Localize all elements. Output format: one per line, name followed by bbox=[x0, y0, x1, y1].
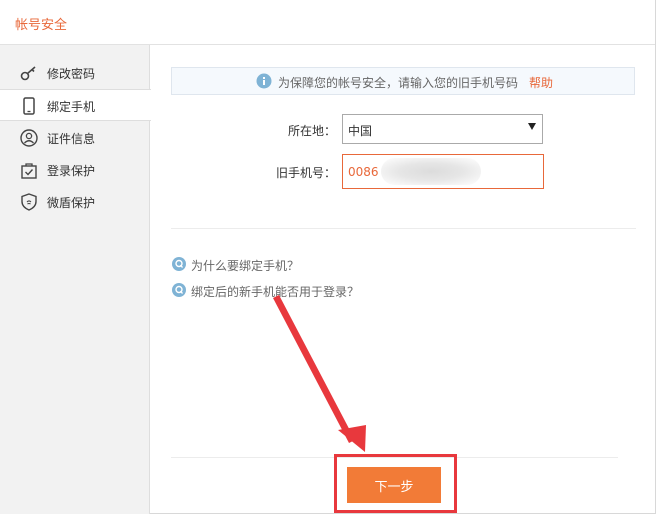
login-lock-icon bbox=[21, 163, 37, 179]
location-selected-value: 中国 bbox=[348, 124, 373, 138]
country-code-prefix: 0086 bbox=[348, 165, 379, 179]
title-bar: 帐号安全 bbox=[0, 0, 655, 45]
old-phone-label: 旧手机号： bbox=[275, 166, 336, 180]
sidebar-item-change-password[interactable]: 修改密码 bbox=[0, 57, 150, 89]
dropdown-arrow-icon bbox=[528, 123, 536, 130]
faq-text: 为什么要绑定手机？ bbox=[191, 259, 300, 273]
sidebar-item-label: 微盾保护 bbox=[47, 196, 96, 210]
shield-icon bbox=[21, 193, 37, 211]
old-phone-input[interactable]: 0086 bbox=[342, 154, 544, 189]
sidebar: 修改密码 绑定手机 证件信息 登录保护 微盾保护 bbox=[0, 45, 151, 514]
sidebar-item-label: 证件信息 bbox=[47, 132, 96, 146]
sidebar-item-login-protection[interactable]: 登录保护 bbox=[0, 154, 150, 186]
window-title: 帐号安全 bbox=[15, 18, 68, 33]
help-link[interactable]: 帮助 bbox=[529, 74, 553, 91]
sidebar-item-label: 修改密码 bbox=[47, 67, 96, 81]
sidebar-item-label: 绑定手机 bbox=[47, 100, 96, 114]
id-card-icon bbox=[20, 129, 38, 147]
annotation-arrow-icon bbox=[273, 295, 366, 452]
sidebar-item-shield-protection[interactable]: 微盾保护 bbox=[0, 186, 150, 218]
sidebar-item-bind-phone[interactable]: 绑定手机 bbox=[0, 89, 151, 121]
sidebar-item-id-info[interactable]: 证件信息 bbox=[0, 122, 150, 154]
notice-text: 为保障您的帐号安全，请输入您的旧手机号码 bbox=[278, 76, 519, 90]
location-select[interactable]: 中国 bbox=[342, 114, 543, 144]
location-label: 所在地： bbox=[287, 124, 336, 138]
account-security-window: 帐号安全 修改密码 绑定手机 证件信息 登录保护 微盾保护 为保障您的帐号安全，… bbox=[0, 0, 656, 514]
sidebar-item-label: 登录保护 bbox=[47, 164, 96, 178]
phone-icon bbox=[23, 97, 35, 115]
redacted-phone-number bbox=[381, 158, 481, 185]
info-notice: 为保障您的帐号安全，请输入您的旧手机号码 帮助 bbox=[171, 67, 635, 95]
section-divider bbox=[171, 228, 636, 229]
key-icon bbox=[20, 66, 36, 81]
info-icon bbox=[256, 73, 272, 89]
annotation-highlight-box bbox=[334, 454, 457, 513]
question-icon bbox=[172, 257, 186, 271]
question-icon bbox=[172, 283, 186, 297]
